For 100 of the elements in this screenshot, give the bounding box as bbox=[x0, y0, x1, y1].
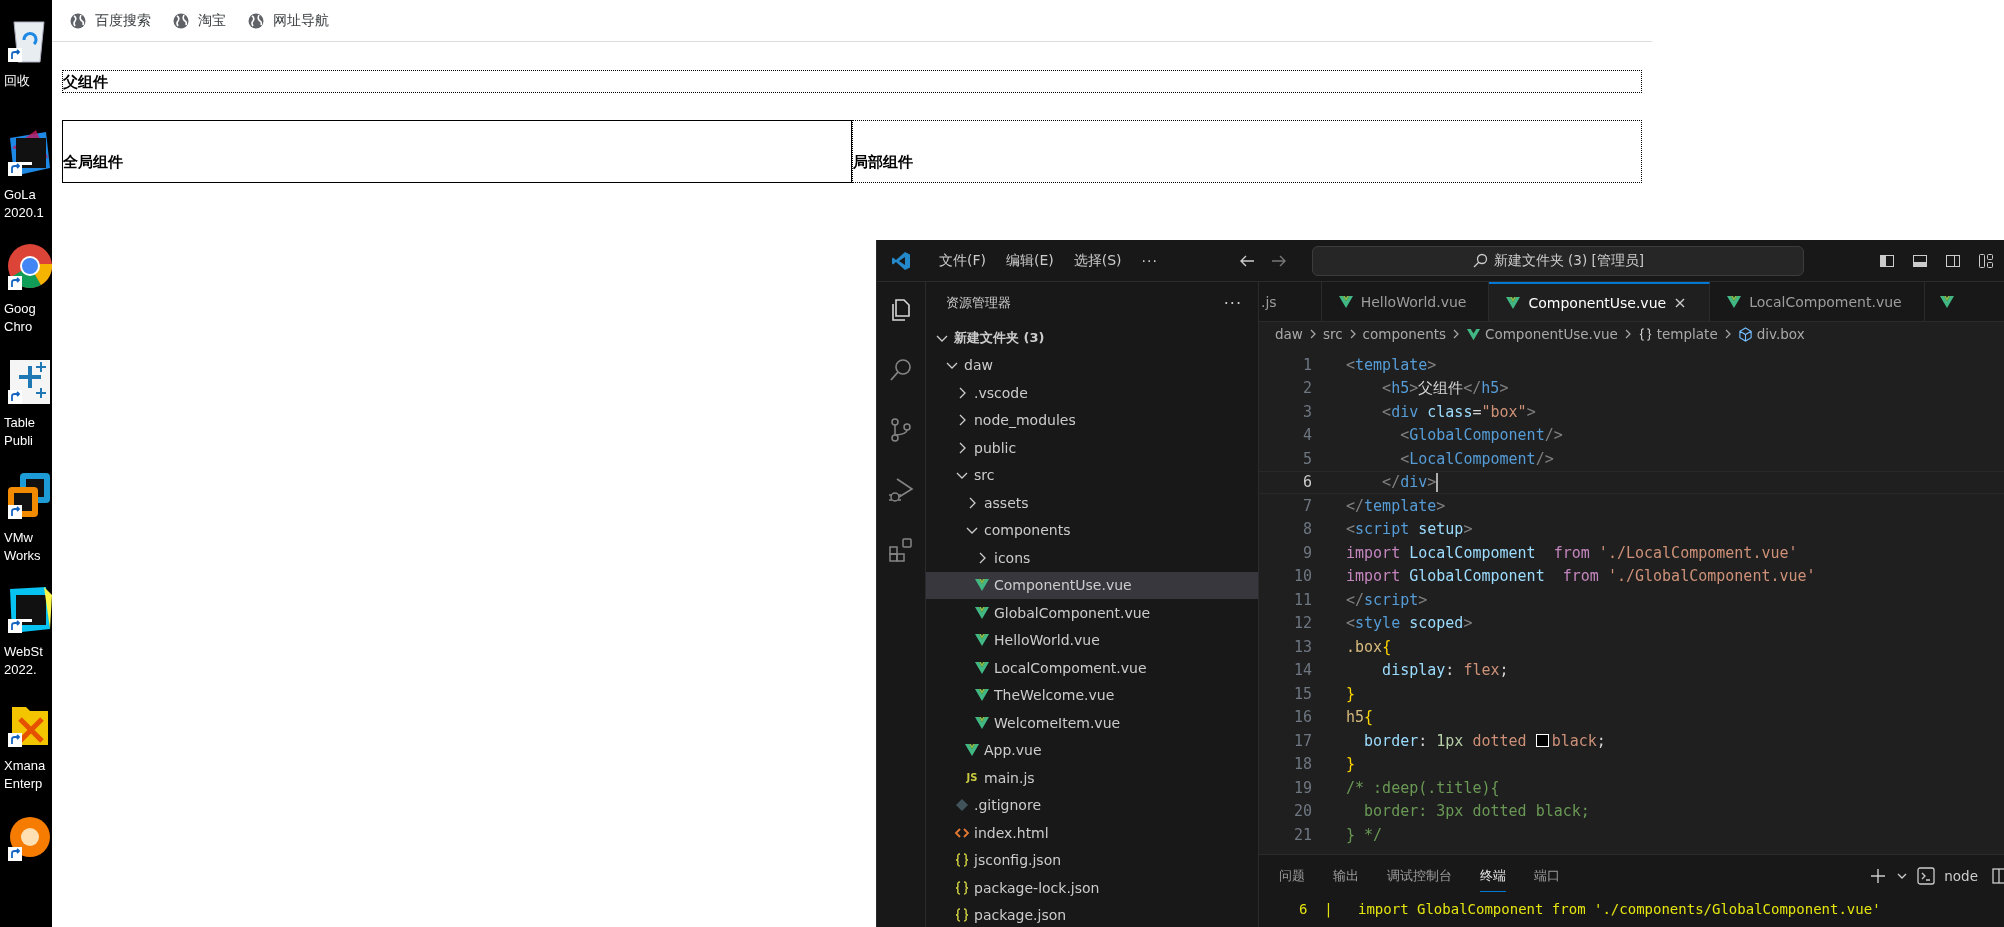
split-icon[interactable] bbox=[1992, 868, 2004, 884]
heading: 父组件 bbox=[62, 70, 1642, 93]
code-line: border: 3px dotted black; bbox=[1363, 802, 1590, 821]
panel-tab[interactable]: 终端 bbox=[1480, 860, 1506, 892]
panel-tab[interactable]: 输出 bbox=[1333, 861, 1359, 891]
icon-label: WebSt bbox=[4, 642, 43, 661]
code-line: } bbox=[1345, 755, 1356, 774]
code-line: } */ bbox=[1345, 825, 1383, 844]
terminal-line: 6 | import GlobalComponent from './components/GlobalComponent.vue' bbox=[1298, 900, 1882, 920]
file-tree-item[interactable]: daw bbox=[926, 351, 1258, 379]
icon-label: GoLa bbox=[4, 186, 36, 205]
line-number: 17 bbox=[1292, 731, 1312, 750]
menu-item[interactable]: 文件(F) bbox=[929, 251, 996, 270]
more-actions-button[interactable]: ··· bbox=[1223, 293, 1242, 313]
file-tree-item[interactable]: WelcomeItem.vue bbox=[926, 709, 1258, 737]
file-tree-item[interactable]: jsconfig.json bbox=[926, 846, 1258, 874]
file-tree-item[interactable]: package.json bbox=[926, 901, 1258, 927]
line-number: 9 bbox=[1301, 543, 1312, 562]
file-tree-item[interactable]: components bbox=[926, 516, 1258, 544]
file-tree-item[interactable]: src bbox=[926, 461, 1258, 489]
icon-label: Xmana bbox=[4, 756, 46, 775]
line-number: 15 bbox=[1292, 684, 1312, 703]
file-tree-item[interactable]: JS main.js bbox=[926, 764, 1258, 792]
file-tree-item[interactable]: .vscode bbox=[926, 379, 1258, 407]
panel-tab[interactable]: 端口 bbox=[1534, 861, 1560, 891]
breadcrumb-item[interactable]: div.box bbox=[1737, 326, 1805, 342]
code-line: display: flex; bbox=[1381, 661, 1509, 680]
code-line: <script setup> bbox=[1345, 520, 1473, 539]
icon-label: Publi bbox=[4, 432, 33, 451]
v-icon bbox=[1938, 293, 1955, 310]
line-number: 4 bbox=[1301, 426, 1312, 445]
file-tree-item[interactable]: public bbox=[926, 434, 1258, 462]
line-number: 5 bbox=[1301, 449, 1312, 468]
breadcrumb-item[interactable]: template bbox=[1637, 326, 1718, 342]
component-title: 局部组件 bbox=[853, 153, 913, 172]
code-line: import LocalCompoment from './LocalCompoment.vue' bbox=[1345, 543, 1798, 562]
icon-label: VMw bbox=[4, 528, 33, 547]
v-icon bbox=[1466, 326, 1481, 342]
editor-tab[interactable]: .js bbox=[1259, 282, 1322, 321]
line-number: 19 bbox=[1292, 778, 1312, 797]
code-line: .box{ bbox=[1345, 637, 1392, 656]
breadcrumb-item[interactable]: components bbox=[1362, 326, 1446, 342]
terminal-icon bbox=[1916, 866, 1937, 886]
bookmark-link[interactable]: 淘宝 bbox=[173, 11, 226, 30]
icon-label: Works bbox=[4, 546, 41, 565]
extensions-icon[interactable] bbox=[887, 536, 915, 564]
line-number: 13 bbox=[1292, 637, 1312, 656]
file-tree-item[interactable]: index.html bbox=[926, 819, 1258, 847]
panel-tab[interactable]: 问题 bbox=[1279, 861, 1305, 891]
bookmark-link[interactable]: 百度搜索 bbox=[70, 11, 151, 30]
line-number: 16 bbox=[1292, 708, 1312, 727]
editor-tab[interactable]: LocalCompoment.vue bbox=[1710, 282, 1925, 321]
file-tree-item[interactable]: node_modules bbox=[926, 406, 1258, 434]
file-tree-item[interactable]: ComponentUse.vue bbox=[926, 571, 1258, 599]
file-tree-item[interactable]: HelloWorld.vue bbox=[926, 626, 1258, 654]
run-debug-icon[interactable] bbox=[887, 476, 915, 504]
line-number: 18 bbox=[1292, 755, 1312, 774]
v-icon bbox=[1726, 293, 1743, 310]
line-number: 3 bbox=[1301, 402, 1312, 421]
file-tree-item[interactable]: 新建文件夹 (3) bbox=[926, 324, 1258, 352]
file-tree-item[interactable]: assets bbox=[926, 489, 1258, 517]
line-number: 10 bbox=[1292, 567, 1312, 586]
code-line: <GlobalComponent/> bbox=[1399, 426, 1563, 445]
file-tree-item[interactable]: App.vue bbox=[926, 736, 1258, 764]
icon-label: 2022. bbox=[4, 660, 37, 679]
vscode-logo-icon bbox=[891, 250, 911, 271]
line-number: 20 bbox=[1292, 802, 1312, 821]
terminal-name[interactable]: node bbox=[1944, 868, 1978, 884]
braces-icon bbox=[954, 879, 970, 896]
v-icon bbox=[974, 604, 990, 621]
menu-item[interactable]: 编辑(E) bbox=[996, 251, 1064, 270]
split-layout-icon[interactable] bbox=[1945, 252, 1961, 269]
breadcrumb-item[interactable]: daw bbox=[1275, 326, 1303, 342]
menu-item[interactable]: 选择(S) bbox=[1063, 251, 1132, 270]
code-line: /* :deep(.title){ bbox=[1345, 778, 1500, 797]
more-menu[interactable]: ··· bbox=[1131, 252, 1168, 269]
file-tree-item[interactable]: LocalCompoment.vue bbox=[926, 654, 1258, 682]
icon-label: 2020.1 bbox=[4, 204, 44, 223]
diamond-icon bbox=[954, 797, 970, 814]
breadcrumb-item[interactable]: src bbox=[1322, 326, 1343, 342]
panel-toggle-icon[interactable] bbox=[1912, 252, 1928, 269]
line-number: 1 bbox=[1301, 355, 1312, 374]
file-tree-item[interactable]: package-lock.json bbox=[926, 874, 1258, 902]
editor-tab[interactable]: ComponentUse.vue bbox=[1489, 282, 1711, 321]
file-tree-item[interactable]: .gitignore bbox=[926, 791, 1258, 819]
bookmark-link[interactable]: 网址导航 bbox=[248, 11, 329, 30]
icon-label: Enterp bbox=[4, 774, 43, 793]
breadcrumb-item[interactable]: ComponentUse.vue bbox=[1466, 326, 1618, 342]
code-line: <LocalCompoment/> bbox=[1399, 449, 1554, 468]
file-tree-item[interactable]: icons bbox=[926, 544, 1258, 572]
js-label: JS bbox=[965, 772, 979, 784]
file-tree-item[interactable]: GlobalComponent.vue bbox=[926, 599, 1258, 627]
file-tree-item[interactable]: TheWelcome.vue bbox=[926, 681, 1258, 709]
panel-tab[interactable]: 调试控制台 bbox=[1387, 861, 1452, 891]
line-number: 2 bbox=[1301, 379, 1312, 398]
sidebar-toggle-icon[interactable] bbox=[1879, 252, 1895, 269]
layout-grid-icon[interactable] bbox=[1978, 252, 1994, 269]
code-line: h5{ bbox=[1345, 708, 1374, 727]
code-line: <div class="box"> bbox=[1381, 402, 1536, 421]
command-search-field[interactable]: 新建文件夹 (3) [管理员] bbox=[1311, 245, 1804, 276]
